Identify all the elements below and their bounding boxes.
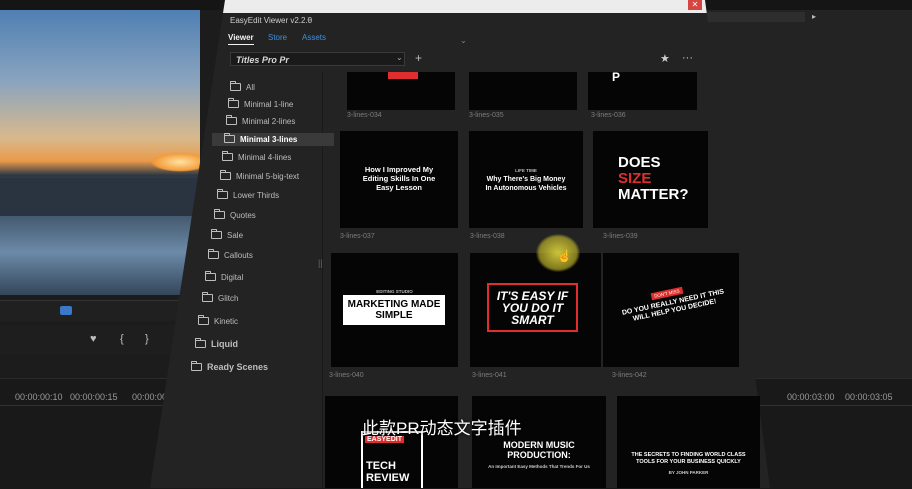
title-card[interactable]: IT'S EASY IF YOU DO IT SMART: [470, 253, 601, 367]
folder-icon: [202, 292, 213, 302]
folder-lower-thirds[interactable]: Lower Thirds: [217, 189, 279, 202]
timecode-label: 00:00:00:15: [70, 392, 118, 402]
folder-glitch[interactable]: Glitch: [202, 292, 238, 305]
card-title-text: P: [612, 70, 621, 84]
title-card[interactable]: LIFE TIME Why There's Big Money In Auton…: [469, 131, 583, 228]
card-title-text: Why There's Big Money In Autonomous Vehi…: [485, 176, 567, 192]
timecode-label: 00:00:00:10: [15, 392, 63, 402]
timecode-label: 00:00:00: [132, 392, 168, 402]
folder-quotes[interactable]: Quotes: [214, 209, 256, 222]
title-card[interactable]: EASYEDIT TECH REVIEW: [325, 396, 458, 488]
marker-icon[interactable]: ♥: [90, 333, 97, 345]
folder-ready-scenes[interactable]: Ready Scenes: [191, 361, 268, 374]
folder-minimal-1-line[interactable]: Minimal 1-line: [228, 98, 293, 111]
sunset-sun: [150, 152, 200, 172]
folder-minimal-2-lines[interactable]: Minimal 2-lines: [226, 115, 295, 128]
title-card[interactable]: DON'T MISS DO YOU REALLY NEED IT THIS WI…: [603, 253, 739, 367]
card-title-text: TECH REVIEW: [366, 460, 410, 484]
chevron-down-icon[interactable]: ⌄: [396, 53, 403, 62]
folder-digital[interactable]: Digital: [205, 271, 243, 284]
timecode-label: 00:00:03:05: [845, 392, 893, 402]
title-card[interactable]: DOES SIZE MATTER?: [593, 131, 708, 228]
folder-icon: [230, 81, 241, 91]
card-title-text: MODERN MUSIC PRODUCTION:: [503, 440, 575, 460]
folder-icon: [214, 209, 225, 219]
close-button[interactable]: ✕: [688, 0, 702, 10]
card-label: 3-lines-039: [603, 233, 638, 240]
pack-select[interactable]: Titles Pro Pr: [230, 52, 405, 66]
folder-icon: [205, 271, 216, 281]
timecode-label: 00:00:03:00: [787, 392, 835, 402]
folder-all[interactable]: All: [230, 81, 255, 94]
title-card[interactable]: P: [588, 70, 697, 110]
card-title-text: How I Improved My Editing Skills In One …: [362, 165, 436, 192]
card-subtitle-text: An Important Easy Methods That Trends Fo…: [488, 464, 590, 469]
chevron-down-icon[interactable]: ⌄: [460, 36, 467, 45]
folder-icon: [198, 315, 209, 325]
play-icon[interactable]: ▸: [812, 12, 816, 21]
folder-icon: [211, 229, 222, 239]
folder-icon: [217, 189, 228, 199]
folder-callouts[interactable]: Callouts: [208, 249, 253, 262]
folder-liquid[interactable]: Liquid: [195, 338, 238, 351]
more-options-icon[interactable]: ···: [682, 52, 693, 64]
folder-icon: [208, 249, 219, 259]
favorite-star-icon[interactable]: ★: [660, 52, 670, 65]
card-title-text: DOES SIZE MATTER?: [618, 154, 689, 203]
playhead-handle[interactable]: [60, 306, 72, 315]
folder-minimal-3-lines[interactable]: Minimal 3-lines: [212, 133, 334, 146]
folder-minimal-4-lines[interactable]: Minimal 4-lines: [222, 151, 291, 164]
folder-icon: [195, 338, 206, 348]
card-title-text: THE SECRETS TO FINDING WORLD CLASS TOOLS…: [631, 452, 746, 465]
monitor-controls: ♥ { }: [0, 325, 200, 355]
card-small-label: LIFE TIME: [515, 168, 537, 173]
mark-out-icon[interactable]: }: [145, 333, 149, 345]
panel-menu-icon[interactable]: ≡: [307, 15, 312, 24]
folder-icon: [222, 151, 233, 161]
tab-store[interactable]: Store: [268, 33, 287, 42]
card-label: 3-lines-034: [347, 112, 382, 119]
card-label: 3-lines-036: [591, 112, 626, 119]
card-label: 3-lines-038: [470, 233, 505, 240]
splitter-handle[interactable]: ||: [318, 258, 323, 268]
folder-kinetic[interactable]: Kinetic: [198, 315, 238, 328]
title-card[interactable]: [469, 72, 577, 110]
title-card[interactable]: MODERN MUSIC PRODUCTION: An Important Ea…: [472, 396, 606, 488]
title-card[interactable]: How I Improved My Editing Skills In One …: [340, 131, 458, 228]
panel-title: EasyEdit Viewer v2.2.0: [230, 16, 313, 25]
card-label: 3-lines-037: [340, 233, 375, 240]
folder-icon: [224, 133, 235, 143]
folder-icon: [226, 115, 237, 125]
folder-icon: [228, 98, 239, 108]
folder-icon: [220, 170, 231, 180]
video-caption: 此款PR动态文字插件: [362, 419, 522, 438]
card-label: 3-lines-040: [329, 372, 364, 379]
folder-minimal-5-big-text[interactable]: Minimal 5-big-text: [220, 170, 299, 183]
card-title-text: MARKETING MADE SIMPLE: [343, 295, 445, 325]
card-title-text: IT'S EASY IF YOU DO IT SMART: [487, 283, 578, 332]
add-pack-button[interactable]: +: [415, 51, 422, 65]
tab-assets[interactable]: Assets: [302, 33, 326, 42]
program-monitor-preview: [0, 10, 200, 295]
card-small-label: EDITING STUDIO: [376, 289, 413, 294]
red-accent-bar: [388, 72, 418, 79]
tab-viewer[interactable]: Viewer: [228, 33, 254, 45]
window-titlebar[interactable]: ✕: [150, 0, 770, 13]
card-label: 3-lines-041: [472, 372, 507, 379]
mark-in-icon[interactable]: {: [120, 333, 124, 345]
title-card[interactable]: THE SECRETS TO FINDING WORLD CLASS TOOLS…: [617, 396, 760, 488]
title-card[interactable]: EDITING STUDIO MARKETING MADE SIMPLE: [331, 253, 458, 367]
shoreline: [0, 178, 200, 216]
title-card[interactable]: [347, 72, 455, 110]
scrubber-bar[interactable]: [0, 300, 200, 321]
right-panel-header: [705, 12, 805, 22]
folder-sale[interactable]: Sale: [211, 229, 243, 242]
hand-cursor-icon: ☝: [557, 249, 572, 263]
folder-icon: [191, 361, 202, 371]
card-subtitle-text: BY JOHN PARKER: [668, 470, 709, 475]
card-label: 3-lines-035: [469, 112, 504, 119]
card-label: 3-lines-042: [612, 372, 647, 379]
